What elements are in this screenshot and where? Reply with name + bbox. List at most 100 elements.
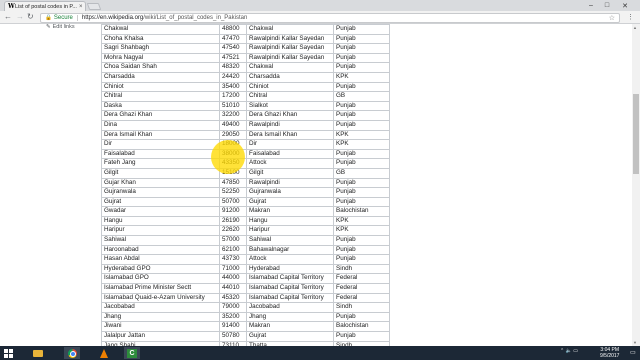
cell-postal-code: 50780: [219, 331, 247, 342]
cell-city: Faisalabad: [101, 148, 220, 160]
chrome-icon: [67, 348, 77, 358]
cell-postal-code: 91400: [219, 321, 247, 332]
cell-province: Punjab: [333, 158, 390, 169]
bookmark-star-icon[interactable]: ☆: [609, 14, 615, 22]
table-row: Jhang 35200 Jhang Punjab: [101, 311, 390, 323]
taskbar-clock[interactable]: 3:04 PM 9/5/2017: [600, 347, 619, 359]
cell-postal-code: 35400: [219, 81, 247, 93]
table-row: Hangu 26190 Hangu KPK: [101, 215, 390, 227]
menu-dots-icon[interactable]: ⋮: [627, 13, 634, 21]
cell-city: Daska: [101, 100, 220, 112]
taskbar-vlc[interactable]: [96, 347, 112, 359]
cell-province: Sindh: [333, 302, 390, 313]
cell-city: Sagri Shahbagh: [101, 43, 220, 54]
cell-city: Islamabad Quaid-e-Azam University: [101, 292, 220, 304]
system-tray-icons[interactable]: ⌃ 🔈 ▭: [560, 348, 578, 354]
cell-city: Choa Saidan Shah: [101, 62, 220, 73]
cell-city: Hangu: [101, 215, 220, 227]
table-row: Hasan Abdal 43730 Attock Punjab: [101, 254, 390, 265]
cell-city: Haroonabad: [101, 244, 220, 256]
tab-title: List of postal codes in P...: [15, 3, 77, 10]
cell-post-office: Chitral: [246, 91, 334, 102]
scrollbar-thumb[interactable]: [633, 94, 639, 174]
cell-post-office: Sialkot: [246, 100, 334, 112]
lock-icon: 🔒: [45, 14, 52, 21]
cell-province: Punjab: [333, 52, 390, 64]
table-row: Sahiwal 57000 Sahiwal Punjab: [101, 235, 390, 246]
cell-province: Punjab: [333, 177, 390, 189]
windows-logo-icon: [3, 348, 13, 358]
cell-post-office: Jhang: [246, 311, 334, 323]
forward-arrow-icon[interactable]: →: [16, 12, 24, 21]
cell-city: Mohra Nagyal: [101, 52, 220, 64]
cursor-highlight: [211, 140, 245, 174]
table-row: Gujrat 50700 Gujrat Punjab: [101, 196, 390, 208]
cell-city: Islamabad GPO: [101, 273, 220, 285]
table-row: Haripur 22620 Haripur KPK: [101, 225, 390, 237]
table-row: Islamabad GPO 44000 Islamabad Capital Terr…: [101, 273, 390, 285]
start-button[interactable]: [0, 347, 16, 359]
table-row: Jalalpur Jattan 50780 Gujrat Punjab: [101, 331, 390, 342]
url-host: https://en.wikipedia.org: [81, 14, 144, 21]
cell-post-office: Rawalpindi Kallar Sayedan: [246, 33, 334, 45]
edit-links-link[interactable]: ✎ Edit links: [46, 24, 75, 30]
cell-province: Punjab: [333, 331, 390, 342]
window-minimize-button[interactable]: –: [584, 0, 598, 11]
cell-province: Federal: [333, 273, 390, 285]
table-row: Dera Ghazi Khan 32200 Dera Ghazi Khan Punja…: [101, 110, 390, 121]
table-row: Chakwal 48800 Chakwal Punjab: [101, 24, 390, 35]
cell-city: Chakwal: [101, 24, 220, 35]
cell-postal-code: 45320: [219, 292, 247, 304]
cell-province: Punjab: [333, 119, 390, 131]
taskbar-chrome[interactable]: [64, 347, 80, 359]
cell-province: Punjab: [333, 311, 390, 323]
cell-province: KPK: [333, 71, 390, 83]
taskbar-camtasia[interactable]: C: [124, 347, 140, 359]
vertical-scrollbar[interactable]: ▲ ▼: [632, 24, 640, 346]
table-row: Gujar Khan 47850 Rawalpindi Punjab: [101, 177, 390, 189]
cell-post-office: Rawalpindi Kallar Sayedan: [246, 52, 334, 64]
cell-city: Dina: [101, 119, 220, 131]
cell-postal-code: 47850: [219, 177, 247, 189]
window-close-button[interactable]: ✕: [618, 0, 632, 11]
wikipedia-favicon-icon: W: [8, 3, 15, 10]
window-maximize-button[interactable]: □: [600, 0, 614, 11]
cell-city: Dir: [101, 139, 220, 150]
cell-postal-code: 49400: [219, 119, 247, 131]
folder-icon: [33, 349, 43, 357]
cell-postal-code: 22620: [219, 225, 247, 237]
scroll-up-icon[interactable]: ▲: [633, 25, 637, 30]
cell-city: Haripur: [101, 225, 220, 237]
new-tab-button[interactable]: [86, 3, 102, 10]
tab-close-icon[interactable]: ×: [79, 4, 83, 10]
taskbar-file-explorer[interactable]: [30, 347, 46, 359]
url-text[interactable]: https://en.wikipedia.org/wiki/List_of_po…: [82, 15, 247, 21]
cell-city: Islamabad Prime Minister Sectt: [101, 283, 220, 294]
cell-city: Hasan Abdal: [101, 254, 220, 265]
browser-tab[interactable]: W List of postal codes in P... ×: [4, 1, 86, 11]
cell-post-office: Hangu: [246, 215, 334, 227]
scroll-down-icon[interactable]: ▼: [633, 340, 637, 345]
cell-post-office: Rawalpindi: [246, 119, 334, 131]
cell-postal-code: 43730: [219, 254, 247, 265]
url-path: /wiki/List_of_postal_codes_in_Pakistan: [143, 14, 248, 21]
table-row: Choha Khalsa 47470 Rawalpindi Kallar Sayed…: [101, 33, 390, 45]
cell-city: Gilgit: [101, 167, 220, 179]
table-row: Choa Saidan Shah 48320 Chakwal Punjab: [101, 62, 390, 73]
postal-codes-table: Chakwal 48800 Chakwal Punjab Choha Khalsa 474…: [101, 24, 390, 346]
cell-post-office: Chiniot: [246, 81, 334, 93]
vlc-cone-icon: [100, 348, 108, 358]
cell-postal-code: 52250: [219, 187, 247, 198]
table-row: Jiwani 91400 Makran Balochistan: [101, 321, 390, 332]
cell-post-office: Sahiwal: [246, 235, 334, 246]
browser-toolbar: ← → ↻ 🔒 Secure https://en.wikipedia.org/…: [0, 11, 640, 24]
notifications-icon[interactable]: ▭: [630, 349, 636, 356]
table-row: Gwadar 91200 Makran Balochistan: [101, 206, 390, 217]
back-arrow-icon[interactable]: ←: [4, 12, 12, 21]
cell-post-office: Haripur: [246, 225, 334, 237]
address-bar[interactable]: 🔒 Secure https://en.wikipedia.org/wiki/L…: [40, 12, 620, 23]
cell-post-office: Chakwal: [246, 62, 334, 73]
reload-icon[interactable]: ↻: [27, 12, 34, 21]
cell-post-office: Attock: [246, 158, 334, 169]
cell-postal-code: 48800: [219, 24, 247, 35]
